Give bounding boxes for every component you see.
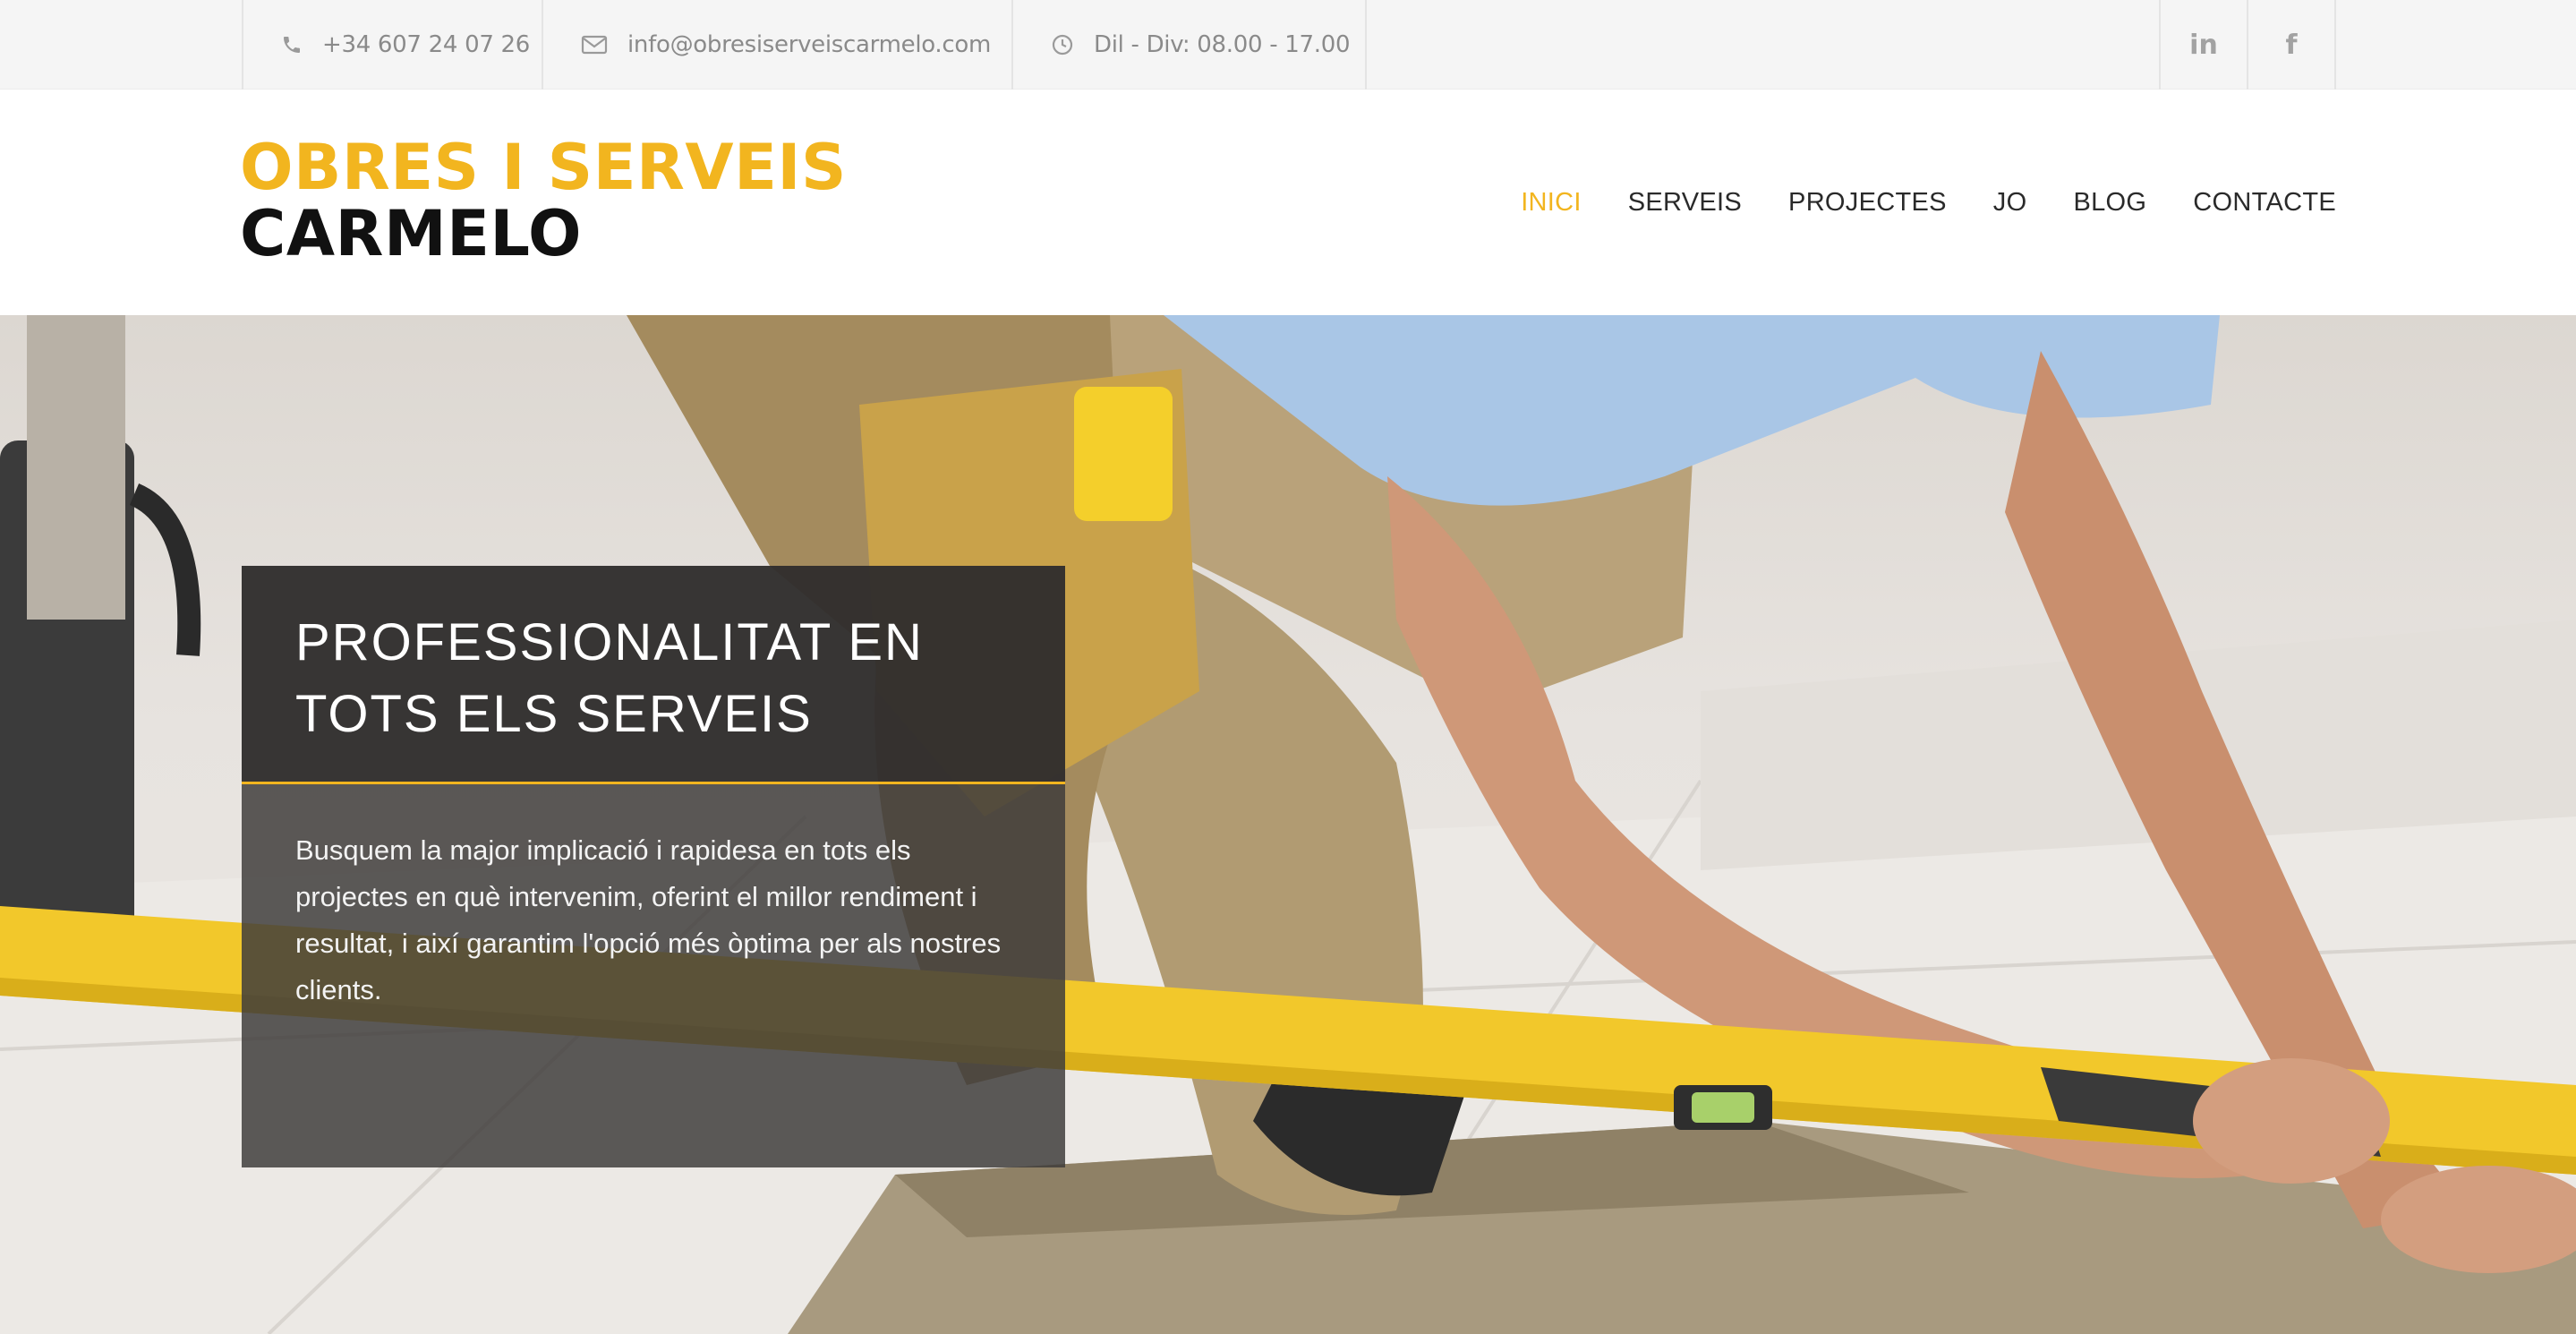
nav-item-blog[interactable]: BLOG	[2073, 188, 2146, 218]
logo-line-1: OBRES I SERVEIS	[240, 131, 847, 204]
facebook-icon: f	[2285, 29, 2298, 61]
email-contact[interactable]: info@obresiserveiscarmelo.com	[542, 0, 1011, 90]
hero-description: Busquem la major implicació i rapidesa e…	[295, 834, 1002, 1005]
nav-item-serveis[interactable]: SERVEIS	[1628, 188, 1742, 218]
site-header: OBRES I SERVEIS CARMELO INICI SERVEIS PR…	[0, 90, 2576, 315]
nav-item-projectes[interactable]: PROJECTES	[1788, 188, 1947, 218]
facebook-link[interactable]: f	[2247, 0, 2336, 90]
clock-icon	[1051, 33, 1074, 56]
hours-text: Dil - Div: 08.00 - 17.00	[1094, 31, 1351, 58]
hero-card-body: Busquem la major implicació i rapidesa e…	[242, 784, 1065, 1167]
main-nav: INICI SERVEIS PROJECTES JO BLOG CONTACTE	[1474, 90, 2336, 315]
logo-line-2: CARMELO	[240, 197, 583, 270]
linkedin-icon: in	[2189, 29, 2218, 61]
envelope-icon	[581, 34, 608, 56]
site-logo[interactable]: OBRES I SERVEIS CARMELO	[240, 136, 847, 265]
linkedin-link[interactable]: in	[2159, 0, 2247, 90]
phone-contact[interactable]: +34 607 24 07 26	[242, 0, 542, 90]
hero-card: PROFESSIONALITAT EN TOTS ELS SERVEIS Bus…	[242, 566, 1065, 1167]
hero-banner: PROFESSIONALITAT EN TOTS ELS SERVEIS Bus…	[0, 315, 2576, 1334]
phone-number: +34 607 24 07 26	[322, 31, 531, 58]
nav-item-jo[interactable]: JO	[1993, 188, 2027, 218]
nav-item-contacte[interactable]: CONTACTE	[2193, 188, 2336, 218]
email-address: info@obresiserveiscarmelo.com	[627, 31, 991, 58]
opening-hours: Dil - Div: 08.00 - 17.00	[1011, 0, 1367, 90]
nav-item-inici[interactable]: INICI	[1521, 188, 1582, 218]
top-info-bar: +34 607 24 07 26 info@obresiserveiscarme…	[0, 0, 2576, 90]
hero-card-header: PROFESSIONALITAT EN TOTS ELS SERVEIS	[242, 566, 1065, 784]
hero-title: PROFESSIONALITAT EN TOTS ELS SERVEIS	[295, 613, 924, 743]
phone-icon	[281, 34, 303, 56]
